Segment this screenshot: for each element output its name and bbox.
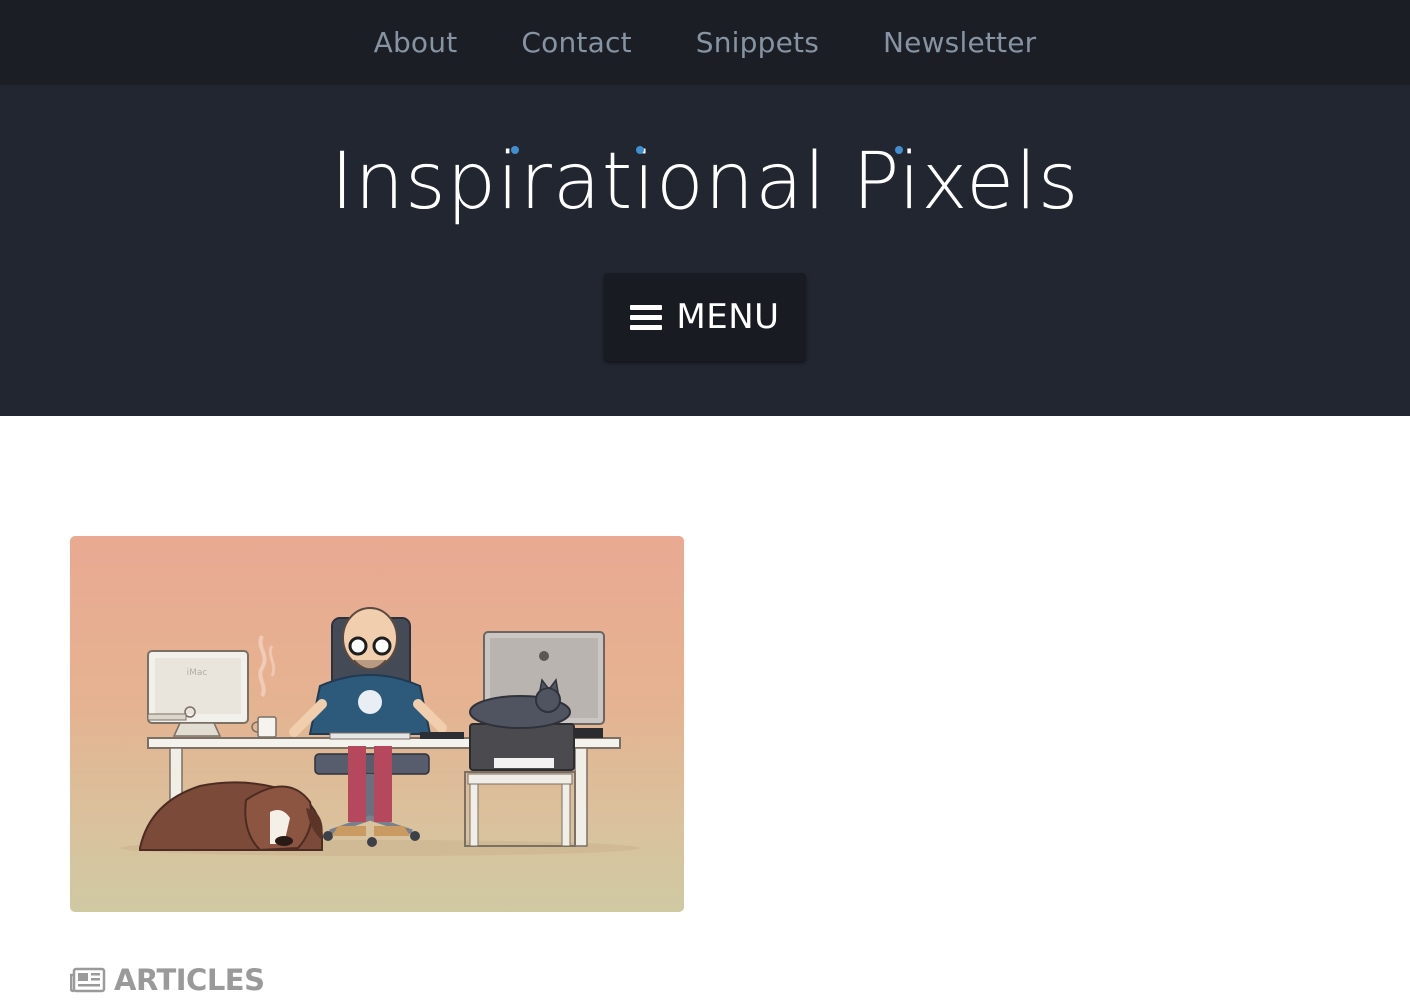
nav-link-snippets[interactable]: Snippets xyxy=(696,26,819,59)
top-nav-item-about: About xyxy=(374,26,458,59)
top-nav-list: About Contact Snippets Newsletter xyxy=(0,0,1410,87)
top-nav-item-snippets: Snippets xyxy=(696,26,819,59)
hamburger-icon xyxy=(630,304,663,330)
desk-illustration: iMac xyxy=(120,607,640,856)
articles-label: ARTICLES xyxy=(114,963,265,997)
featured-illustration[interactable]: iMac xyxy=(70,536,684,912)
site-title[interactable]: Inspirational Pixels xyxy=(0,137,1410,227)
menu-button-label: MENU xyxy=(676,297,780,337)
top-navigation: About Contact Snippets Newsletter xyxy=(0,0,1410,85)
newspaper-icon xyxy=(70,967,106,993)
title-accent-dot xyxy=(895,146,903,154)
title-accent-dot xyxy=(511,146,519,154)
site-header: Inspirational Pixels MENU xyxy=(0,85,1410,416)
top-nav-item-contact: Contact xyxy=(521,26,631,59)
top-nav-item-newsletter: Newsletter xyxy=(883,26,1036,59)
menu-button[interactable]: MENU xyxy=(604,273,806,361)
imac-label: iMac xyxy=(187,668,208,678)
nav-link-contact[interactable]: Contact xyxy=(521,26,631,59)
imac-computer: iMac xyxy=(147,650,249,737)
title-accent-dot xyxy=(636,146,644,154)
nav-link-newsletter[interactable]: Newsletter xyxy=(883,26,1036,59)
nav-link-about[interactable]: About xyxy=(374,26,458,59)
coffee-mug xyxy=(251,635,277,738)
dog xyxy=(139,781,323,852)
articles-heading: ARTICLES xyxy=(70,962,265,998)
